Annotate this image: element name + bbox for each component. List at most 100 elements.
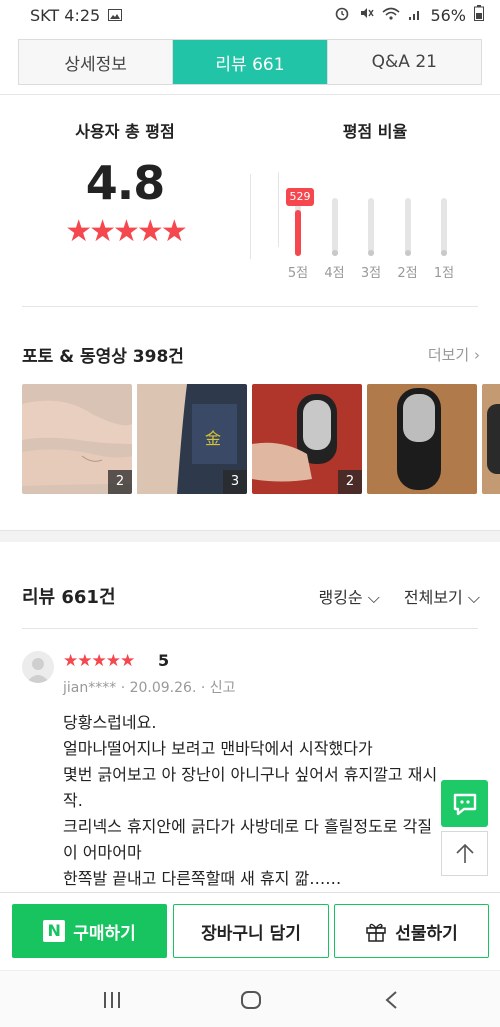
gift-button[interactable]: 선물하기 [334, 904, 489, 958]
rating-bar-track [404, 198, 411, 256]
filter-label: 전체보기 [403, 588, 463, 607]
rating-bar-dot [331, 250, 338, 256]
photo-section-header: 포토 & 동영상 398건 더보기 › [22, 342, 480, 367]
filter-dropdown[interactable]: 전체보기 ⌵ [404, 584, 480, 608]
review-meta: jian**** · 20.09.26. · 신고 [63, 677, 236, 697]
review-divider [22, 628, 478, 629]
sort-dropdown[interactable]: 랭킹순 ⌵ [318, 584, 379, 608]
status-left: SKT 4:25 [30, 5, 123, 25]
buy-button[interactable]: N 구매하기 [12, 904, 167, 958]
photo-count-badge: 2 [338, 470, 362, 494]
naver-n-icon: N [43, 920, 66, 942]
rating-divider [250, 174, 251, 259]
wifi-icon [382, 6, 400, 25]
scroll-top-button[interactable] [441, 831, 488, 876]
photo-count-badge: 3 [223, 470, 247, 494]
gallery-notification-icon [108, 6, 123, 25]
mute-icon [358, 5, 375, 25]
rating-ratio: 평점 비율 529 5점 4점 3점 2점 1점 [280, 118, 470, 281]
rating-bar-track [295, 198, 301, 256]
rating-bar-4: 2점 [390, 166, 426, 286]
total-rating-score: 4.8 [85, 156, 166, 210]
buy-label: 구매하기 [73, 923, 136, 944]
review-score: 5 [158, 651, 170, 670]
gift-icon [366, 923, 386, 942]
photo-strip: 2 金 3 2 [22, 384, 500, 494]
photo-section-title: 포토 & 동영상 398건 [22, 347, 184, 367]
gift-label: 선물하기 [395, 923, 458, 944]
add-to-cart-button[interactable]: 장바구니 담기 [173, 904, 329, 958]
chevron-down-icon: ⌵ [467, 588, 480, 607]
tab-qna[interactable]: Q&A 21 [327, 40, 481, 84]
review-line: 크리넥스 휴지안에 긁다가 사방데로 다 흘릴정도로 각질 [63, 817, 433, 836]
rating-bar-2: 4점 [317, 166, 353, 286]
review-sort-controls: 랭킹순 ⌵ 전체보기 ⌵ [318, 584, 480, 608]
battery-icon [474, 5, 484, 25]
chat-icon [453, 793, 476, 815]
meta-separator: · [200, 680, 210, 696]
report-link[interactable]: 신고 [210, 680, 236, 696]
rating-bar-dot [441, 250, 447, 256]
photo-more-link[interactable]: 더보기 › [428, 344, 480, 365]
avatar [22, 651, 54, 683]
rating-count-badge: 529 [286, 188, 314, 206]
rating-ratio-bars: 529 5점 4점 3점 2점 1점 [280, 166, 470, 286]
review-stars: ★★★★★ [63, 651, 135, 671]
talk-chat-button[interactable] [441, 780, 488, 827]
rating-bar-track [331, 198, 338, 256]
chevron-down-icon: ⌵ [367, 588, 380, 607]
recent-apps-icon[interactable] [97, 985, 127, 1015]
review-photo[interactable]: 金 3 [137, 384, 247, 494]
product-tabs: 상세정보 리뷰 661 Q&A 21 [18, 39, 482, 85]
section-divider [22, 306, 478, 307]
total-rating-title: 사용자 총 평점 [75, 122, 175, 141]
svg-text:金: 金 [205, 429, 221, 448]
tab-review[interactable]: 리뷰 661 [173, 40, 328, 84]
chevron-right-icon: › [474, 346, 480, 364]
review-photo[interactable] [482, 384, 500, 494]
review-photo[interactable]: 2 [252, 384, 362, 494]
file-on-wood-photo-image [367, 384, 477, 494]
review-line: 한쪽발 끝내고 다른쪽할때 새 휴지 깖…… [63, 869, 342, 888]
review-header: 리뷰 661건 랭킹순 ⌵ 전체보기 ⌵ [22, 583, 480, 609]
review-photo[interactable]: 2 [22, 384, 132, 494]
rating-bar-dot [404, 250, 411, 256]
partial-photo-image [482, 384, 500, 494]
rating-ratio-title: 평점 비율 [342, 122, 408, 141]
meta-separator: · [120, 680, 130, 696]
review-line: 얼마나떨어지나 보려고 맨바닥에서 시작했다가 [63, 739, 373, 758]
ratio-left-divider [278, 172, 279, 247]
status-bar: SKT 4:25 56% [0, 0, 500, 30]
signal-icon [408, 6, 422, 25]
back-icon[interactable] [376, 985, 406, 1015]
system-nav-bar [0, 970, 500, 1027]
alarm-icon [334, 5, 350, 25]
review-photo[interactable] [367, 384, 477, 494]
home-icon[interactable] [236, 985, 266, 1015]
tab-detail[interactable]: 상세정보 [19, 40, 174, 84]
rating-bar-5: 1점 [426, 166, 462, 286]
total-rating: 사용자 총 평점 4.8 ★★★★★ [25, 118, 225, 249]
rating-bar-label: 2점 [397, 266, 418, 281]
battery-percent: 56% [430, 5, 466, 25]
rating-summary: 사용자 총 평점 4.8 ★★★★★ 평점 비율 529 5점 4점 3점 2점 1점 [0, 94, 500, 308]
review-body: 당황스럽네요. 얼마나떨어지나 보려고 맨바닥에서 시작했다가 몇번 긁어보고 … [63, 710, 463, 892]
photo-count-badge: 2 [108, 470, 132, 494]
rating-bar-label: 3점 [360, 266, 382, 281]
carrier-time: SKT 4:25 [30, 5, 101, 25]
total-rating-stars: ★★★★★ [65, 214, 187, 249]
rating-bar-track [368, 198, 374, 256]
rating-bar-fill [295, 210, 301, 256]
review-user: jian**** [63, 680, 117, 696]
photo-more-label: 더보기 [427, 346, 470, 364]
review-date: 20.09.26. [129, 680, 197, 696]
section-gap [0, 530, 500, 542]
review-line: 몇번 긁어보고 아 장난이 아니구나 싶어서 휴지깔고 재시 [63, 765, 438, 784]
review-count-title: 리뷰 661건 [22, 587, 116, 608]
purchase-bar: N 구매하기 장바구니 담기 선물하기 [0, 892, 500, 970]
review-line: 이 어마어마 [63, 843, 142, 862]
rating-bar-label: 1점 [433, 266, 455, 281]
status-right: 56% [334, 5, 484, 25]
sort-label: 랭킹순 [318, 588, 363, 607]
rating-bar-label: 5점 [287, 266, 309, 281]
